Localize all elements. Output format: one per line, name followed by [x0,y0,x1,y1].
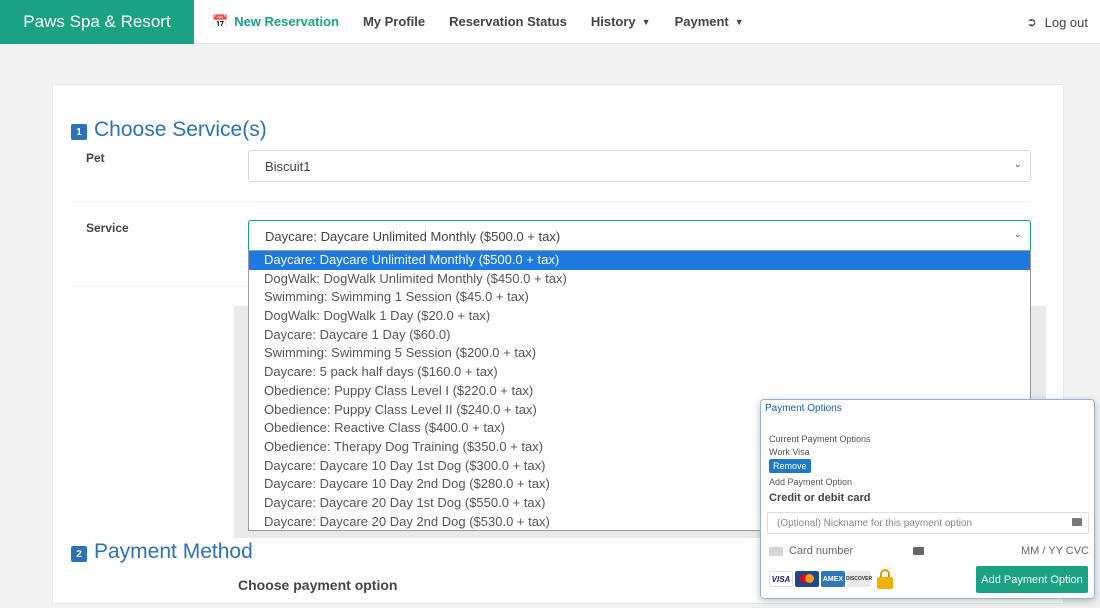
step-number-2: 2 [71,546,87,562]
discover-logo-icon: DISCOVER [846,571,872,587]
amex-logo-icon: AMEX [821,571,845,587]
payment-options-popup: Payment Options Current Payment Options … [760,399,1095,599]
service-option[interactable]: Daycare: Daycare 1 Day ($60.0) [249,326,1030,345]
logout-label: Log out [1044,14,1088,30]
card-heading: Credit or debit card [769,492,871,504]
chevron-down-icon: ⌄ [1013,229,1022,240]
nav-my-profile[interactable]: My Profile [351,0,437,44]
expiry-cvc-input[interactable]: MM / YY CVC [1021,545,1089,557]
section-payment-method-heading: 2 Payment Method [71,540,253,564]
current-payment-options-label: Current Payment Options [769,434,871,444]
nickname-placeholder: (Optional) Nickname for this payment opt… [777,517,973,529]
keyboard-icon [1072,518,1082,526]
service-option[interactable]: Swimming: Swimming 5 Session ($200.0 + t… [249,344,1030,363]
service-select-value: Daycare: Daycare Unlimited Monthly ($500… [265,228,561,244]
pet-select[interactable]: Biscuit1 ⌄ [248,150,1031,182]
top-navbar: Paws Spa & Resort 📅 New Reservation My P… [0,0,1100,44]
popup-title: Payment Options [765,403,842,414]
mastercard-logo-icon [795,571,819,587]
calendar-icon: 📅 [212,13,229,29]
service-option[interactable]: Daycare: 5 pack half days ($160.0 + tax) [249,363,1030,382]
chevron-down-icon: ⌄ [1013,159,1022,170]
logout-link[interactable]: ➲ Log out [1027,0,1088,44]
service-option[interactable]: Swimming: Swimming 1 Session ($45.0 + ta… [249,288,1030,307]
service-option[interactable]: Daycare: Daycare Unlimited Monthly ($500… [249,251,1030,270]
choose-payment-option-label: Choose payment option [238,577,398,593]
service-option[interactable]: DogWalk: DogWalk 1 Day ($20.0 + tax) [249,307,1030,326]
nav-new-reservation-label: New Reservation [234,14,339,29]
nav-reservation-status-label: Reservation Status [449,14,567,29]
card-input-row[interactable]: Card number MM / YY CVC [769,544,1089,560]
credit-card-icon [769,547,783,556]
nav-my-profile-label: My Profile [362,14,426,29]
section-choose-services-heading: 1 Choose Service(s) [71,118,267,142]
nickname-input[interactable]: (Optional) Nickname for this payment opt… [767,512,1089,534]
caret-down-icon: ▼ [734,16,744,27]
brand-logo[interactable]: Paws Spa & Resort [0,0,194,44]
step-number-1: 1 [71,124,87,140]
logout-icon: ➲ [1026,15,1037,29]
current-card-name: Work Visa [769,447,810,457]
pet-select-value: Biscuit1 [265,158,311,174]
section-title: Payment Method [94,540,253,563]
nav-new-reservation[interactable]: 📅 New Reservation [200,0,351,44]
id-card-icon [913,547,924,555]
remove-button[interactable]: Remove [769,459,811,473]
add-payment-option-label: Add Payment Option [769,477,853,487]
card-logos: VISA AMEX DISCOVER [769,568,893,590]
card-number-input[interactable]: Card number [789,545,853,557]
nav-payment[interactable]: Payment ▼ [663,0,756,44]
service-label: Service [86,221,129,235]
visa-logo-icon: VISA [769,571,793,587]
nav-history-label: History [590,14,636,29]
service-option[interactable]: DogWalk: DogWalk Unlimited Monthly ($450… [249,270,1030,289]
nav-history[interactable]: History ▼ [579,0,663,44]
form-divider [71,201,1031,202]
nav-reservation-status[interactable]: Reservation Status [437,0,579,44]
pet-label: Pet [86,151,105,165]
add-payment-option-button[interactable]: Add Payment Option [976,566,1088,593]
nav-payment-label: Payment [674,14,729,29]
lock-icon [877,569,893,589]
section-title: Choose Service(s) [94,118,267,141]
caret-down-icon: ▼ [641,16,651,27]
service-select[interactable]: Daycare: Daycare Unlimited Monthly ($500… [248,220,1031,252]
service-option[interactable]: Obedience: Puppy Class Level I ($220.0 +… [249,382,1030,401]
